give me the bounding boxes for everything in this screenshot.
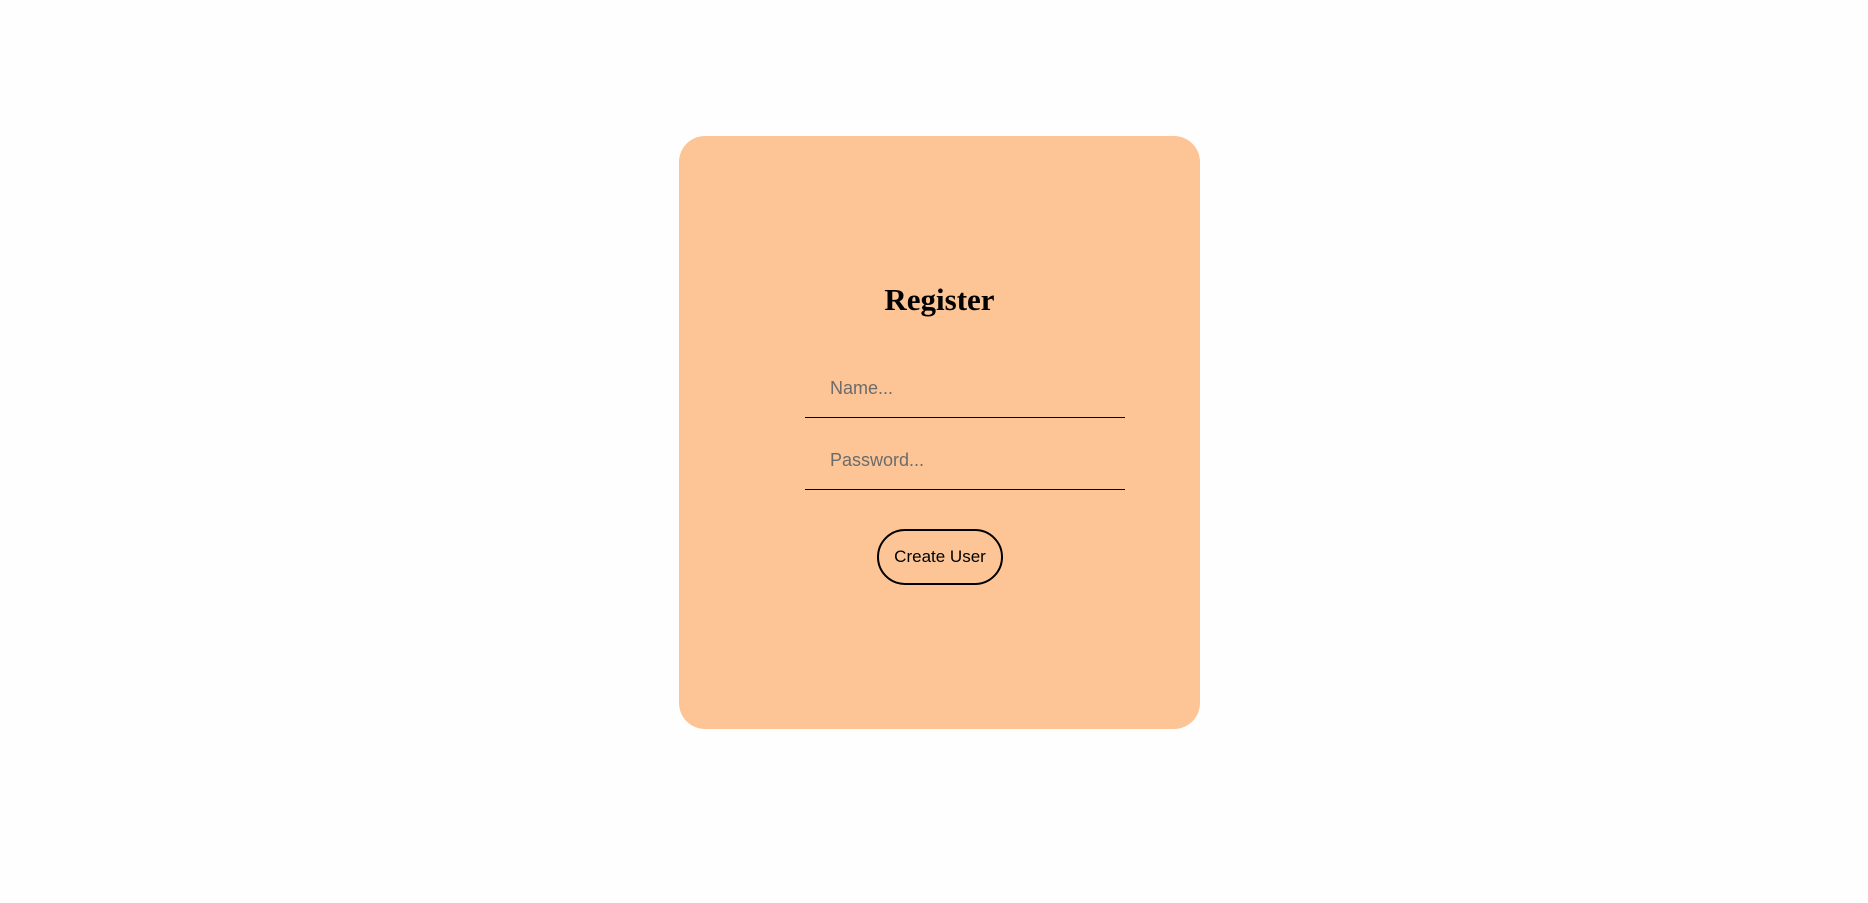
register-title: Register — [884, 282, 995, 317]
register-card: Register Create User — [679, 136, 1200, 729]
password-input[interactable] — [805, 432, 1125, 490]
name-input[interactable] — [805, 360, 1125, 418]
create-user-button[interactable]: Create User — [877, 529, 1003, 585]
